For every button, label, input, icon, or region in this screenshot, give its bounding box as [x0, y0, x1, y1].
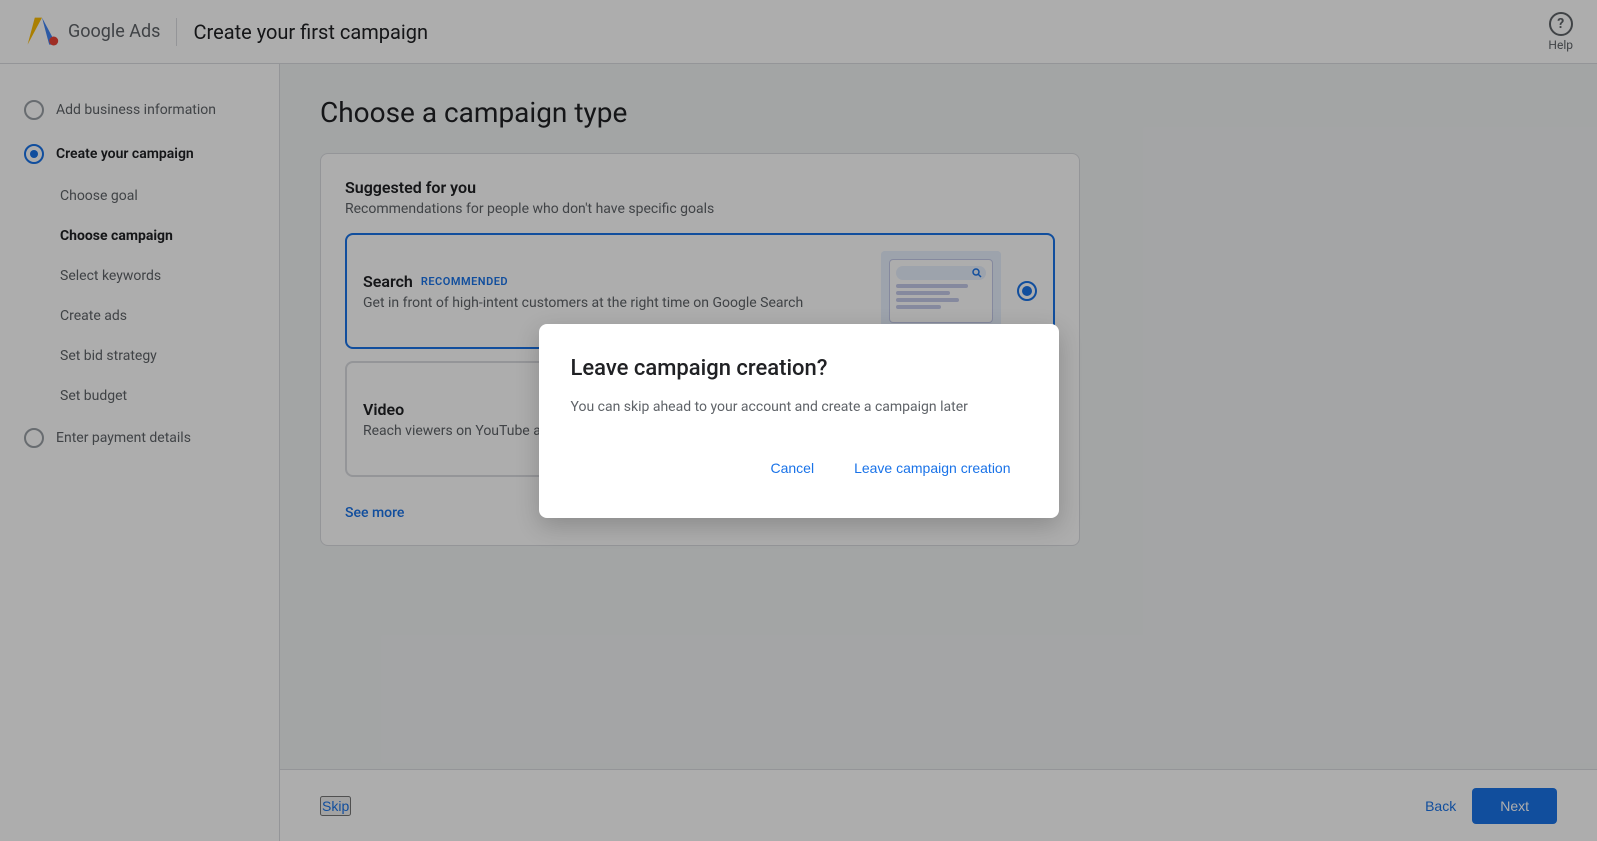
dialog-actions: Cancel Leave campaign creation: [571, 450, 1027, 486]
dialog-cancel-button[interactable]: Cancel: [754, 450, 830, 486]
dialog-title: Leave campaign creation?: [571, 356, 1027, 381]
dialog: Leave campaign creation? You can skip ah…: [539, 324, 1059, 518]
modal-overlay: Leave campaign creation? You can skip ah…: [0, 0, 1597, 841]
dialog-confirm-button[interactable]: Leave campaign creation: [838, 450, 1026, 486]
dialog-body: You can skip ahead to your account and c…: [571, 397, 1027, 418]
